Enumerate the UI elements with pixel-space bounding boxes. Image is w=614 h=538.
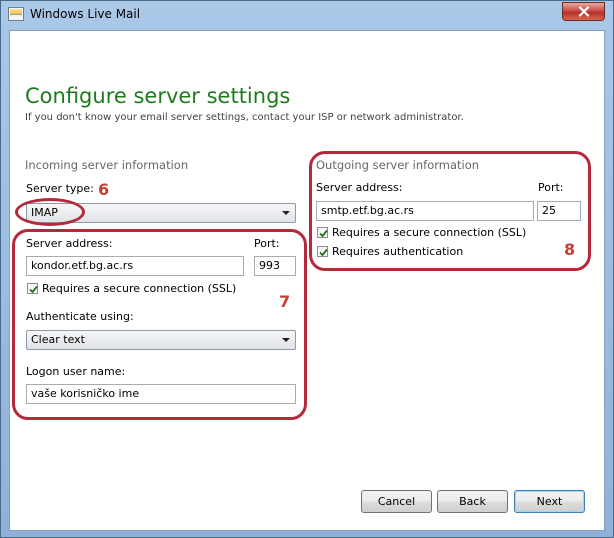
annotation-number-7: 7 — [279, 292, 291, 311]
annotation-ellipse-server-type — [15, 198, 85, 226]
page-subtitle: If you don't know your email server sett… — [25, 112, 464, 123]
chevron-down-icon — [282, 211, 290, 215]
annotation-number-8: 8 — [564, 240, 576, 259]
incoming-section-label: Incoming server information — [25, 158, 189, 172]
next-button[interactable]: Next — [514, 490, 585, 513]
mail-app-icon — [8, 7, 24, 21]
annotation-box-outgoing — [309, 151, 591, 271]
window-title: Windows Live Mail — [30, 7, 141, 21]
annotation-number-6: 6 — [98, 180, 110, 199]
back-button[interactable]: Back — [437, 490, 508, 513]
cancel-button[interactable]: Cancel — [361, 490, 432, 513]
page-title-text: Configure server settings — [25, 84, 291, 108]
title-bar[interactable]: Windows Live Mail — [1, 1, 613, 29]
server-type-label: Server type: — [26, 182, 94, 195]
close-x-icon — [578, 6, 589, 17]
annotation-box-incoming — [12, 229, 307, 420]
close-button[interactable] — [562, 2, 605, 21]
